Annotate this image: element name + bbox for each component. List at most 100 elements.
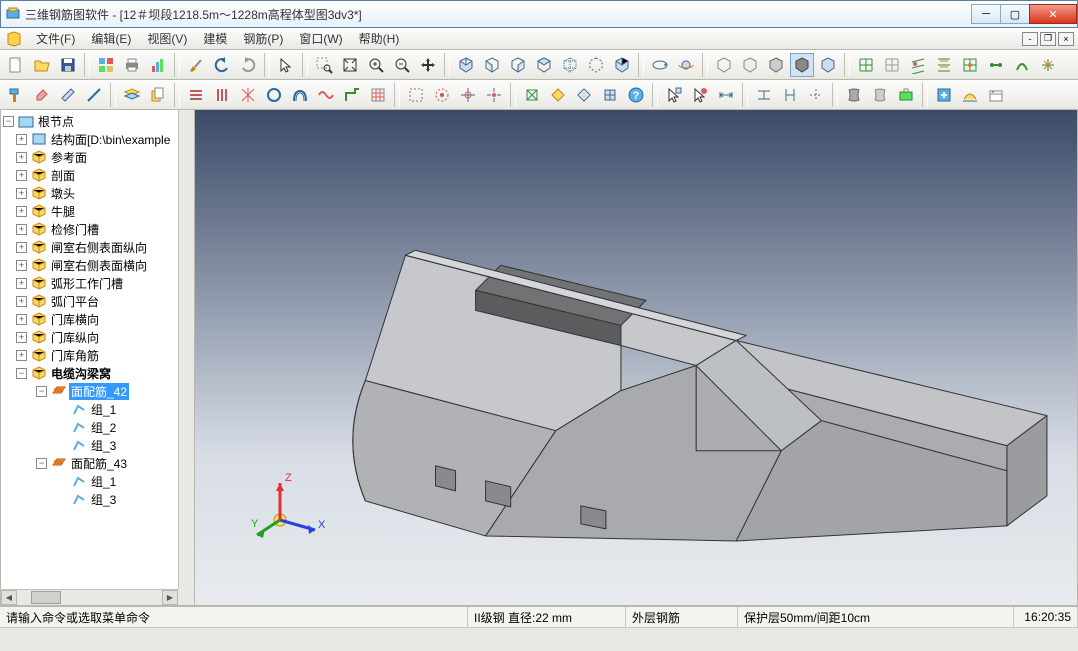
zoom-window-button[interactable] xyxy=(312,53,336,77)
save-button[interactable] xyxy=(56,53,80,77)
shade3-button[interactable] xyxy=(764,53,788,77)
scroll-right-button[interactable]: ▶ xyxy=(162,590,178,605)
shade4-button[interactable] xyxy=(790,53,814,77)
view-solid-button[interactable] xyxy=(610,53,634,77)
paint1-button[interactable] xyxy=(842,83,866,107)
rebar-circle-button[interactable] xyxy=(262,83,286,107)
dim1-button[interactable] xyxy=(752,83,776,107)
tree-item[interactable]: +剖面 xyxy=(3,166,192,184)
menu-edit[interactable]: 编辑(E) xyxy=(83,30,139,47)
tree-item[interactable]: +弧形工作门槽 xyxy=(3,274,192,292)
tree-item-group[interactable]: 组_1 xyxy=(3,400,192,418)
pointer-button[interactable] xyxy=(274,53,298,77)
pick1-button[interactable] xyxy=(662,83,686,107)
shade2-button[interactable] xyxy=(738,53,762,77)
tree-item[interactable]: +弧门平台 xyxy=(3,292,192,310)
rebar-bundle-button[interactable] xyxy=(210,83,234,107)
sel-circle-button[interactable] xyxy=(430,83,454,107)
sel-point-button[interactable] xyxy=(482,83,506,107)
scroll-left-button[interactable]: ◀ xyxy=(1,590,17,605)
scroll-thumb[interactable] xyxy=(31,591,61,604)
tree-item[interactable]: +牛腿 xyxy=(3,202,192,220)
op1-button[interactable] xyxy=(520,83,544,107)
menu-help[interactable]: 帮助(H) xyxy=(351,30,408,47)
expander-icon[interactable]: + xyxy=(16,224,27,235)
view-iso-button[interactable] xyxy=(454,53,478,77)
menu-model[interactable]: 建模 xyxy=(195,30,235,47)
sel-cross-button[interactable] xyxy=(456,83,480,107)
close-button[interactable]: ✕ xyxy=(1029,4,1077,24)
tree-item[interactable]: +参考面 xyxy=(3,148,192,166)
op3-button[interactable] xyxy=(572,83,596,107)
paint3-button[interactable] xyxy=(894,83,918,107)
grid1-button[interactable] xyxy=(854,53,878,77)
grid5-button[interactable] xyxy=(958,53,982,77)
paint2-button[interactable] xyxy=(868,83,892,107)
tree-item-group[interactable]: 组_1 xyxy=(3,472,192,490)
expander-icon[interactable]: + xyxy=(16,134,27,145)
view-side-button[interactable] xyxy=(506,53,530,77)
expander-icon[interactable]: + xyxy=(16,152,27,163)
expander-icon[interactable]: + xyxy=(16,296,27,307)
grid3-button[interactable] xyxy=(906,53,930,77)
measure-button[interactable] xyxy=(714,83,738,107)
grid6-button[interactable] xyxy=(984,53,1008,77)
tool-plane-button[interactable] xyxy=(56,83,80,107)
expander-icon[interactable]: − xyxy=(36,458,47,469)
brush-button[interactable] xyxy=(184,53,208,77)
copy-layer-button[interactable] xyxy=(146,83,170,107)
tree-item[interactable]: +门库横向 xyxy=(3,310,192,328)
rotate-button[interactable] xyxy=(648,53,672,77)
redo-button[interactable] xyxy=(236,53,260,77)
print-button[interactable] xyxy=(120,53,144,77)
tree-item[interactable]: +门库角筋 xyxy=(3,346,192,364)
export2-button[interactable] xyxy=(958,83,982,107)
expander-icon[interactable]: + xyxy=(16,278,27,289)
expander-icon[interactable]: + xyxy=(16,170,27,181)
grid7-button[interactable] xyxy=(1010,53,1034,77)
zoom-extents-button[interactable] xyxy=(338,53,362,77)
open-file-button[interactable] xyxy=(30,53,54,77)
expander-icon[interactable]: − xyxy=(16,368,27,379)
shade1-button[interactable] xyxy=(712,53,736,77)
undo-button[interactable] xyxy=(210,53,234,77)
rebar-arch-button[interactable] xyxy=(288,83,312,107)
tree-root[interactable]: − 根节点 xyxy=(3,112,192,130)
expander-icon[interactable]: − xyxy=(3,116,14,127)
structure-button[interactable] xyxy=(94,53,118,77)
grid8-button[interactable] xyxy=(1036,53,1060,77)
orbit-button[interactable] xyxy=(674,53,698,77)
tree-item[interactable]: +墩头 xyxy=(3,184,192,202)
tree-item-rebar-43[interactable]: −面配筋_43 xyxy=(3,454,192,472)
new-file-button[interactable] xyxy=(4,53,28,77)
mdi-close[interactable]: × xyxy=(1058,32,1074,46)
shade5-button[interactable] xyxy=(816,53,840,77)
dim3-button[interactable] xyxy=(804,83,828,107)
sel-rect-button[interactable] xyxy=(404,83,428,107)
expander-icon[interactable]: + xyxy=(16,332,27,343)
mdi-restore[interactable]: ❐ xyxy=(1040,32,1056,46)
rebar-bend-button[interactable] xyxy=(340,83,364,107)
tree-item-group[interactable]: 组_3 xyxy=(3,490,192,508)
dim2-button[interactable] xyxy=(778,83,802,107)
tree-item-cable[interactable]: −电缆沟梁窝 xyxy=(3,364,192,382)
expander-icon[interactable]: − xyxy=(36,386,47,397)
grid4-button[interactable] xyxy=(932,53,956,77)
expander-icon[interactable]: + xyxy=(16,350,27,361)
chart-button[interactable] xyxy=(146,53,170,77)
layers-button[interactable] xyxy=(120,83,144,107)
op2-button[interactable] xyxy=(546,83,570,107)
export3-button[interactable] xyxy=(984,83,1008,107)
tool-line-button[interactable] xyxy=(82,83,106,107)
rebar-radial-button[interactable] xyxy=(236,83,260,107)
zoom-out-button[interactable] xyxy=(390,53,414,77)
zoom-in-button[interactable] xyxy=(364,53,388,77)
tree-item-group[interactable]: 组_2 xyxy=(3,418,192,436)
export1-button[interactable] xyxy=(932,83,956,107)
expander-icon[interactable]: + xyxy=(16,314,27,325)
tree-hscroll[interactable]: ◀ ▶ xyxy=(1,589,178,605)
menu-file[interactable]: 文件(F) xyxy=(28,30,83,47)
rebar-wave-button[interactable] xyxy=(314,83,338,107)
op4-button[interactable] xyxy=(598,83,622,107)
expander-icon[interactable]: + xyxy=(16,260,27,271)
